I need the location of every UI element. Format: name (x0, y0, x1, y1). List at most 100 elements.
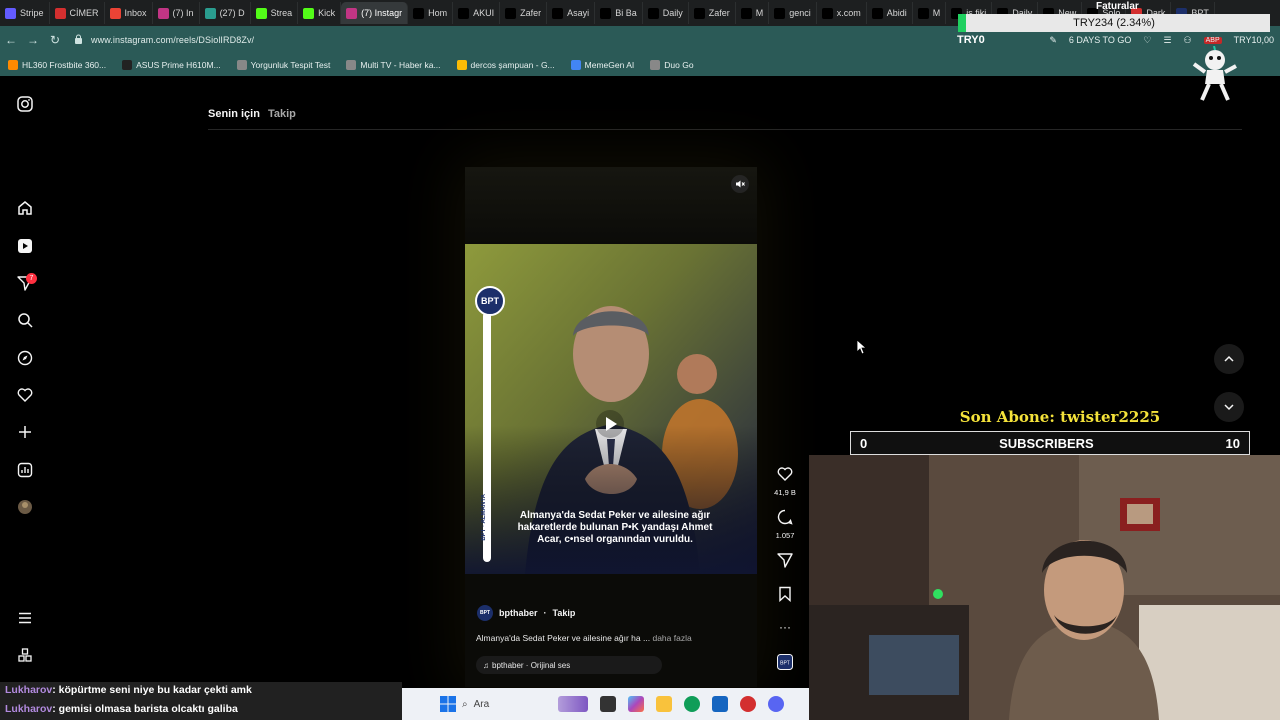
menu-icon[interactable]: ☰ (1163, 35, 1171, 46)
tab-for-you[interactable]: Senin için (208, 108, 260, 120)
browser-tab[interactable]: M (913, 2, 947, 24)
bookmarks-bar: HL360 Frostbite 360... ASUS Prime H610M..… (0, 54, 1280, 76)
explore-icon[interactable] (15, 348, 35, 368)
instagram-logo-icon[interactable] (15, 94, 35, 114)
follow-button[interactable]: Takip (553, 608, 576, 618)
tab-label: genci (789, 8, 811, 18)
browser-tab[interactable]: Daily (643, 2, 689, 24)
tab-favicon-icon (917, 7, 929, 19)
browser-tab[interactable]: Strea (251, 2, 299, 24)
tab-label: Inbox (124, 8, 147, 18)
bookmark-item[interactable]: MemeGen AI (563, 60, 643, 70)
chat-username: Lukharov (5, 684, 53, 696)
more-options-icon[interactable]: ··· (772, 620, 798, 634)
tab-favicon-icon (109, 7, 121, 19)
author-name[interactable]: bpthaber (499, 608, 538, 618)
browser-tab[interactable]: (7) In (153, 2, 200, 24)
author-avatar[interactable]: BPT (477, 605, 493, 621)
browser-tab[interactable]: CİMER (50, 2, 105, 24)
browser-tab[interactable]: Inbox (105, 2, 153, 24)
tab-label: CİMER (69, 8, 99, 18)
browser-tab[interactable]: M (736, 2, 770, 24)
share-button[interactable] (772, 552, 798, 573)
tab-label: Zafer (708, 8, 730, 18)
chat-message: Lukharov: gemisi olmasa barista olcaktı … (5, 703, 238, 715)
bookmark-item[interactable]: Multi TV - Haber ka... (338, 60, 448, 70)
tab-favicon-icon (303, 7, 315, 19)
browser-tab[interactable]: genci (769, 2, 817, 24)
bookmark-icon (570, 60, 581, 70)
browser-tab[interactable]: (7) Instagr (341, 2, 409, 24)
tab-following[interactable]: Takip (268, 108, 296, 120)
browser-tab[interactable]: Kick (298, 2, 342, 24)
previous-reel-button[interactable] (1214, 344, 1244, 374)
tab-label: (7) Instagr (361, 8, 403, 18)
windows-start-icon[interactable] (440, 696, 456, 712)
discord-icon[interactable] (768, 696, 784, 712)
tab-favicon-icon (871, 7, 883, 19)
heart-icon[interactable]: ♡ (1143, 35, 1151, 46)
mute-icon[interactable] (731, 175, 749, 193)
create-plus-icon[interactable] (15, 422, 35, 442)
bookmark-item[interactable]: ASUS Prime H610M... (114, 60, 229, 70)
copilot-icon[interactable] (628, 696, 644, 712)
reel-player[interactable]: BPT · ALMANYA BPT Almanya'da Sedat Peker… (465, 167, 757, 687)
browser-tab[interactable]: Zafer (689, 2, 736, 24)
also-from-meta-icon[interactable] (15, 645, 35, 665)
browser-tab[interactable]: Hom (408, 2, 454, 24)
adblock-icon[interactable]: ABP (1203, 36, 1222, 44)
more-link[interactable]: daha fazla (652, 633, 691, 643)
browser-tab[interactable]: Stripe (0, 2, 50, 24)
faturalar-label: Faturalar (1096, 1, 1139, 12)
edge-icon[interactable] (684, 696, 700, 712)
task-view-icon[interactable] (600, 696, 616, 712)
url-field[interactable]: www.instagram.com/reels/DSiolIRD8Zv/ (91, 35, 254, 45)
like-button[interactable]: 41,9 B (772, 466, 798, 497)
browser-tab[interactable]: Zafer (500, 2, 548, 24)
share-icon (777, 553, 793, 568)
bookmark-item[interactable]: dercos şampuan - G... (449, 60, 563, 70)
store-icon[interactable] (712, 696, 728, 712)
browser-tab[interactable]: AKUI (453, 2, 501, 24)
taskbar-search[interactable]: ⌕ Ara (462, 699, 552, 710)
profile-avatar[interactable] (15, 497, 35, 517)
save-button[interactable] (772, 586, 798, 607)
more-menu-icon[interactable] (15, 608, 35, 628)
comment-icon (777, 509, 793, 525)
reel-top-area (465, 167, 757, 244)
chat-username: Lukharov (5, 703, 53, 715)
browser-tab[interactable]: Bi Ba (595, 2, 643, 24)
subs-current: 0 (860, 435, 868, 451)
file-explorer-icon[interactable] (656, 696, 672, 712)
reel-video-frame[interactable]: BPT · ALMANYA BPT Almanya'da Sedat Peker… (465, 244, 757, 574)
edit-icon[interactable]: ✎ (1049, 35, 1057, 46)
comment-button[interactable]: 1.057 (772, 509, 798, 540)
reload-icon[interactable]: ↻ (44, 33, 66, 47)
audio-pill[interactable]: ♫ bpthaber · Orijinal ses (476, 656, 662, 674)
forward-icon[interactable]: → (22, 33, 44, 47)
audio-label: bpthaber · Orijinal ses (492, 660, 571, 670)
reels-icon[interactable] (15, 236, 35, 256)
tab-favicon-icon (204, 7, 216, 19)
search-icon[interactable] (15, 310, 35, 330)
browser-tab[interactable]: x.com (817, 2, 867, 24)
lock-icon[interactable] (74, 34, 83, 46)
try-value-label: TRY10,00 (1233, 35, 1274, 45)
bookmark-item[interactable]: HL360 Frostbite 360... (0, 60, 114, 70)
audio-thumbnail[interactable]: BPT (772, 654, 798, 675)
opera-icon[interactable] (740, 696, 756, 712)
browser-tab[interactable]: (27) D (200, 2, 251, 24)
widgets-icon[interactable] (558, 696, 588, 712)
notifications-heart-icon[interactable] (15, 385, 35, 405)
dashboard-icon[interactable] (15, 460, 35, 480)
profile-icon[interactable]: ⚇ (1184, 35, 1192, 46)
bookmark-item[interactable]: Yorgunluk Tespit Test (229, 60, 339, 70)
back-icon[interactable]: ← (0, 33, 22, 47)
tab-label: Asayi (567, 8, 590, 18)
play-icon[interactable] (596, 410, 624, 438)
bookmark-item[interactable]: Duo Go (642, 60, 701, 70)
bookmark-icon (456, 60, 467, 70)
home-icon[interactable] (15, 198, 35, 218)
browser-tab[interactable]: Abidi (867, 2, 913, 24)
browser-tab[interactable]: Asayi (547, 2, 596, 24)
